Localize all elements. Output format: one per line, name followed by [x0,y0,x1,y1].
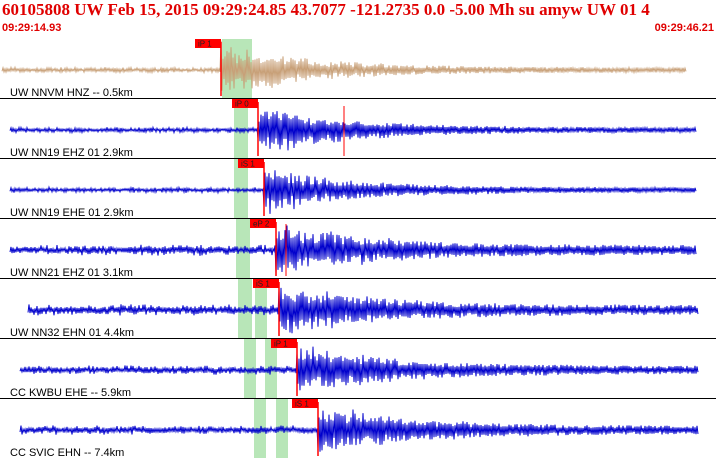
pick-label: iS 1 [241,160,255,169]
highlight-band [254,399,266,458]
trace-label: UW NN32 EHN 01 4.4km [10,327,134,339]
waveform [19,409,699,452]
trace-label: UW NN21 EHZ 01 3.1km [10,267,133,279]
trace-label: CC SVIC EHN -- 7.4km [10,447,124,458]
trace-label: CC KWBU EHE -- 5.9km [10,387,131,399]
trace-labels: UW NNVM HNZ -- 0.5km UW NN19 EHZ 01 2.9km… [10,87,134,458]
pick-label: iP 1 [198,40,212,49]
start-time: 09:29:14.93 [2,22,62,34]
pick-label: iS 1 [256,280,270,289]
pick-label: iP 1 [274,340,288,349]
waveform [19,346,699,391]
pick-label: iS 1 [295,400,309,409]
waveform [1,40,687,91]
trace-label: UW NNVM HNZ -- 0.5km [10,87,133,99]
trace-label: UW NN19 EHE 01 2.9km [10,207,133,219]
event-header: 60105808 UW Feb 15, 2015 09:29:24.85 43.… [0,0,716,38]
waveform [9,111,697,151]
seismogram-plot[interactable]: iP 1 iP 0 iS 1 eP 2 iS 1 iP 1 iS 1 UW NNVM HNZ… [0,38,716,458]
event-title: 60105808 UW Feb 15, 2015 09:29:24.85 43.… [2,0,650,19]
trace-label: UW NN19 EHZ 01 2.9km [10,147,133,159]
end-time: 09:29:46.21 [654,22,714,34]
pick-label: iP 0 [235,100,249,109]
pick-label: eP 2 [253,220,270,229]
